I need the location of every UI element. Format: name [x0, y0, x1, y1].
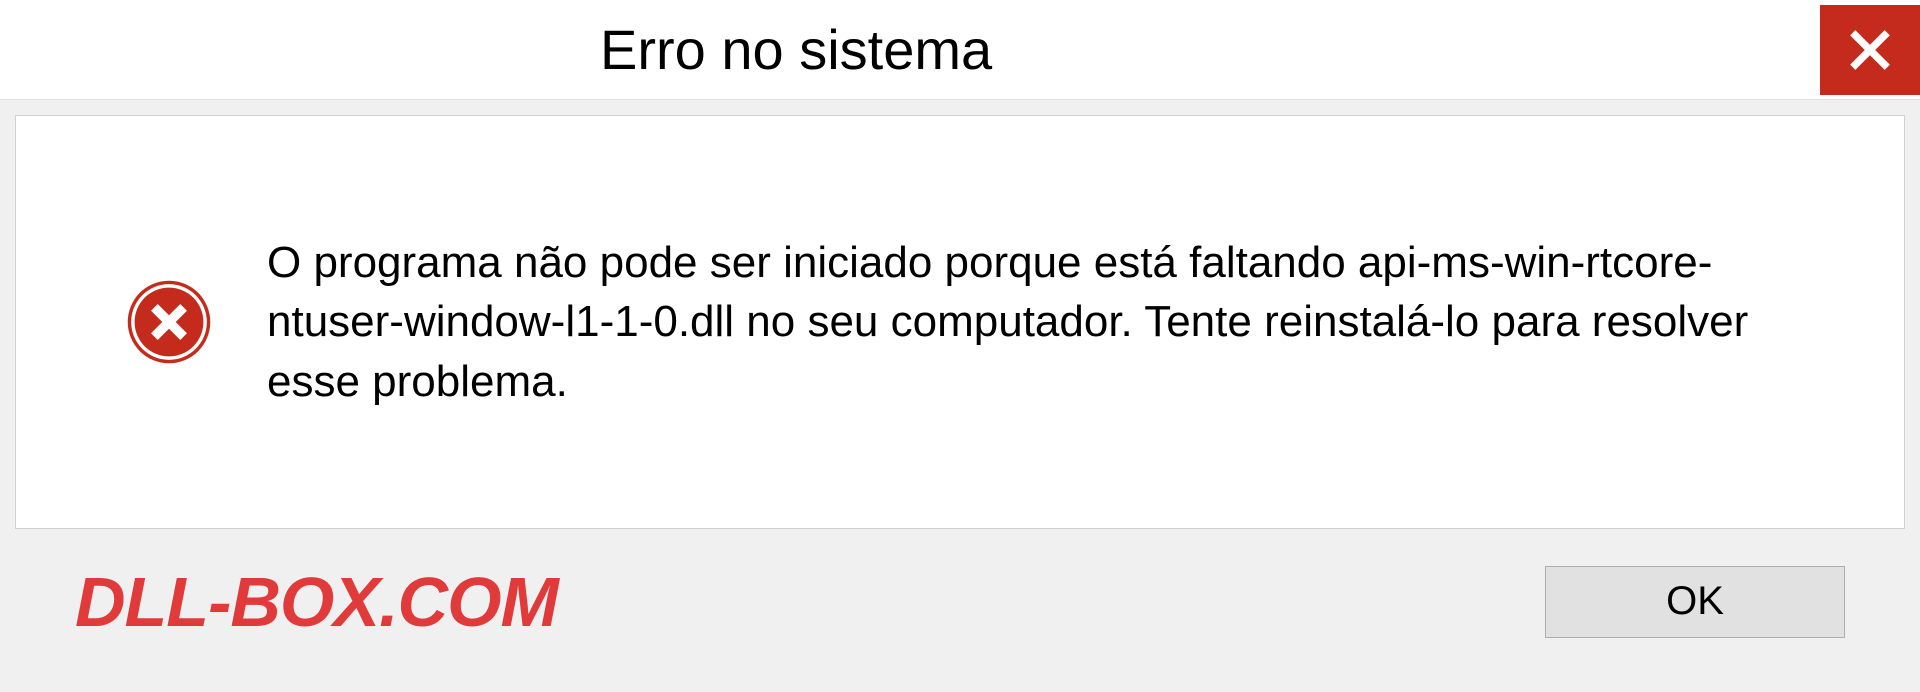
close-button[interactable] — [1820, 5, 1920, 95]
error-message: O programa não pode ser iniciado porque … — [267, 233, 1824, 411]
titlebar: Erro no sistema — [0, 0, 1920, 100]
ok-button[interactable]: OK — [1545, 566, 1845, 638]
error-icon — [126, 279, 212, 365]
close-icon — [1848, 28, 1892, 72]
dialog-content: O programa não pode ser iniciado porque … — [15, 115, 1905, 529]
dialog-footer: DLL-BOX.COM OK — [15, 529, 1905, 674]
window-title: Erro no sistema — [600, 17, 992, 82]
watermark-text: DLL-BOX.COM — [75, 562, 558, 642]
